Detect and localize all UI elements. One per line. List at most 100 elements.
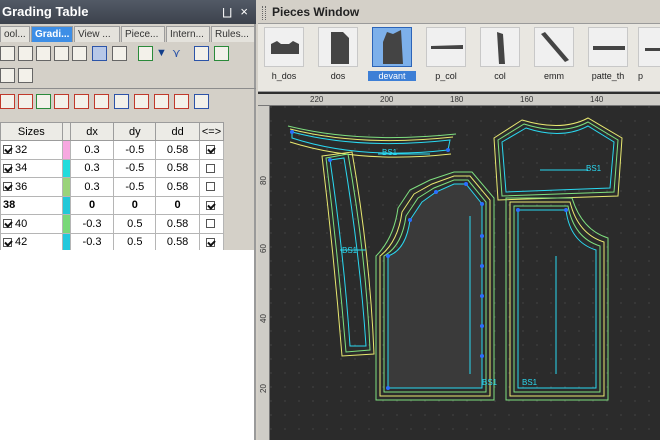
grade-add-icon[interactable] bbox=[36, 94, 51, 109]
size-cell[interactable]: 34 bbox=[0, 158, 63, 178]
piece-dos[interactable]: dos bbox=[314, 26, 362, 88]
symmetry-checkbox[interactable] bbox=[205, 145, 215, 155]
dd-cell[interactable]: 0.58 bbox=[155, 158, 200, 178]
piece-col[interactable]: col bbox=[476, 26, 524, 88]
symmetry-checkbox[interactable] bbox=[205, 219, 215, 229]
column-header-dy[interactable]: dy bbox=[113, 122, 157, 141]
grade-check-icon[interactable] bbox=[174, 94, 189, 109]
size-checkbox[interactable] bbox=[3, 163, 12, 173]
grading-label: BS1 bbox=[522, 378, 538, 387]
tab-tools[interactable]: ool... bbox=[0, 26, 30, 42]
symmetry-cell[interactable] bbox=[199, 232, 224, 252]
table-row[interactable]: 42 -0.3 0.5 0.58 bbox=[0, 232, 224, 252]
symmetry-cell[interactable] bbox=[199, 158, 224, 178]
table-row[interactable]: 40 -0.3 0.5 0.58 bbox=[0, 214, 224, 234]
symmetry-checkbox[interactable] bbox=[205, 182, 215, 192]
toolbar-divider bbox=[0, 88, 256, 89]
size-checkbox[interactable] bbox=[3, 219, 12, 229]
table-row-base-size[interactable]: 38 0 0 0 bbox=[0, 195, 224, 215]
grade-align-icon[interactable] bbox=[194, 46, 209, 61]
grade-proportional-icon[interactable] bbox=[74, 94, 89, 109]
table-row[interactable]: 34 0.3 -0.5 0.58 bbox=[0, 158, 224, 178]
size-cell[interactable]: 40 bbox=[0, 214, 63, 234]
grade-nest-icon[interactable] bbox=[18, 94, 33, 109]
grade-distance-icon[interactable] bbox=[114, 94, 129, 109]
piece-shape-icon bbox=[497, 32, 505, 64]
size-cell[interactable]: 32 bbox=[0, 140, 63, 160]
size-checkbox[interactable] bbox=[3, 145, 12, 155]
grade-frame-small-icon[interactable] bbox=[18, 68, 33, 83]
grade-angle-icon[interactable] bbox=[154, 94, 169, 109]
tab-pieces[interactable]: Piece... bbox=[121, 26, 165, 42]
column-header-dd[interactable]: dd bbox=[155, 122, 200, 141]
piece-devant[interactable]: devant bbox=[368, 26, 416, 88]
symmetry-cell[interactable] bbox=[199, 214, 224, 234]
symmetry-checkbox[interactable] bbox=[205, 237, 215, 247]
dx-cell[interactable]: 0 bbox=[69, 195, 115, 215]
grade-y-icon[interactable] bbox=[54, 46, 69, 61]
grade-settings-icon[interactable] bbox=[194, 94, 209, 109]
dy-cell[interactable]: 0.5 bbox=[113, 214, 157, 234]
dd-cell[interactable]: 0.58 bbox=[155, 140, 200, 160]
dx-cell[interactable]: -0.3 bbox=[69, 214, 115, 234]
drag-grip-icon[interactable] bbox=[262, 5, 266, 20]
piece-thumbnail bbox=[588, 27, 628, 67]
tab-grading[interactable]: Gradi... bbox=[31, 26, 73, 42]
column-header-dx[interactable]: dx bbox=[69, 122, 115, 141]
table-row[interactable]: 36 0.3 -0.5 0.58 bbox=[0, 177, 224, 197]
dx-cell[interactable]: 0.3 bbox=[69, 140, 115, 160]
dy-cell[interactable]: -0.5 bbox=[113, 177, 157, 197]
grade-v-icon[interactable]: ⋎ bbox=[172, 46, 181, 60]
dd-cell[interactable]: 0.58 bbox=[155, 232, 200, 252]
grade-import-icon[interactable] bbox=[138, 46, 153, 61]
piece-p-col[interactable]: p_col bbox=[422, 26, 470, 88]
grade-frame-icon[interactable] bbox=[0, 68, 15, 83]
size-checkbox[interactable] bbox=[3, 237, 12, 247]
pattern-drawing[interactable] bbox=[270, 106, 660, 440]
close-icon[interactable]: × bbox=[240, 0, 248, 24]
dd-cell[interactable]: 0.58 bbox=[155, 214, 200, 234]
grade-table-icon[interactable] bbox=[92, 46, 107, 61]
tab-internal[interactable]: Intern... bbox=[166, 26, 210, 42]
column-header-symmetry[interactable]: <=> bbox=[199, 122, 224, 141]
symmetry-cell[interactable] bbox=[199, 140, 224, 160]
table-row[interactable]: 32 0.3 -0.5 0.58 bbox=[0, 140, 224, 160]
symmetry-cell[interactable] bbox=[199, 195, 224, 215]
size-cell[interactable]: 42 bbox=[0, 232, 63, 252]
symmetry-checkbox[interactable] bbox=[205, 200, 215, 210]
tab-view[interactable]: View ... bbox=[74, 26, 120, 42]
symmetry-checkbox[interactable] bbox=[205, 163, 215, 173]
grade-x-icon[interactable] bbox=[36, 46, 51, 61]
piece-patte-th[interactable]: patte_th bbox=[584, 26, 632, 88]
grade-point-icon[interactable] bbox=[0, 94, 15, 109]
dy-cell[interactable]: 0.5 bbox=[113, 232, 157, 252]
symmetry-cell[interactable] bbox=[199, 177, 224, 197]
dropdown-arrow-icon[interactable]: ▼ bbox=[156, 47, 167, 59]
dx-cell[interactable]: 0.3 bbox=[69, 158, 115, 178]
size-cell[interactable]: 36 bbox=[0, 177, 63, 197]
grade-delete-icon[interactable] bbox=[214, 46, 229, 61]
dd-cell[interactable]: 0 bbox=[155, 195, 200, 215]
pattern-canvas[interactable]: BS1 BS1 BS1 BS1 BS1 bbox=[270, 106, 660, 440]
piece-emm[interactable]: emm bbox=[530, 26, 578, 88]
pin-icon[interactable]: ⨆ bbox=[222, 0, 232, 24]
tab-rules[interactable]: Rules... bbox=[211, 26, 255, 42]
grade-xy-icon[interactable] bbox=[72, 46, 87, 61]
dd-cell[interactable]: 0.58 bbox=[155, 177, 200, 197]
size-checkbox[interactable] bbox=[3, 182, 12, 192]
dx-cell[interactable]: 0.3 bbox=[69, 177, 115, 197]
grade-vertical-icon[interactable] bbox=[134, 94, 149, 109]
dy-cell[interactable]: -0.5 bbox=[113, 140, 157, 160]
grade-move-icon[interactable] bbox=[54, 94, 69, 109]
dy-cell[interactable]: -0.5 bbox=[113, 158, 157, 178]
dx-cell[interactable]: -0.3 bbox=[69, 232, 115, 252]
column-header-sizes[interactable]: Sizes bbox=[0, 122, 63, 141]
piece-p[interactable]: p bbox=[638, 26, 660, 88]
piece-h-dos[interactable]: h_dos bbox=[260, 26, 308, 88]
grade-horizontal-icon[interactable] bbox=[94, 94, 109, 109]
dy-cell[interactable]: 0 bbox=[113, 195, 157, 215]
size-cell[interactable]: 38 bbox=[0, 195, 63, 215]
grade-copy-icon[interactable] bbox=[112, 46, 127, 61]
copy-grade-icon[interactable] bbox=[0, 46, 15, 61]
paste-grade-icon[interactable] bbox=[18, 46, 33, 61]
